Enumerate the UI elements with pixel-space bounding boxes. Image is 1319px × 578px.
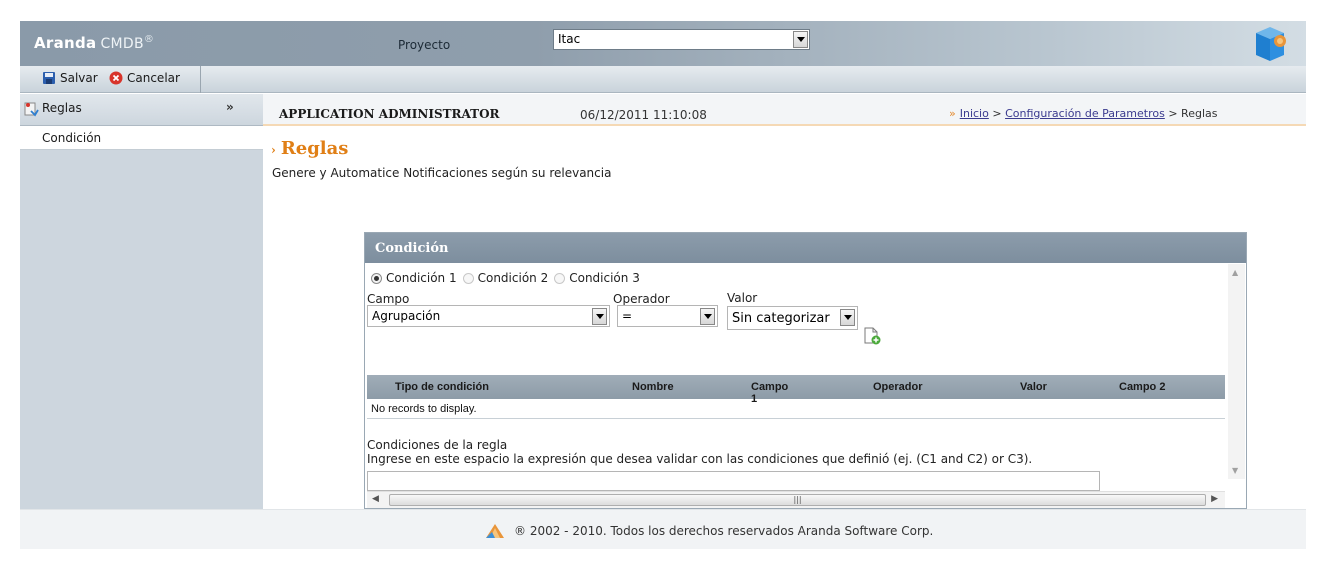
panel-title: Condición <box>365 233 1246 263</box>
breadcrumb-parent-link[interactable]: Configuración de Parametros <box>1005 107 1165 120</box>
operador-select[interactable]: = <box>617 305 718 327</box>
radio-condicion-2[interactable]: Condición 2 <box>462 271 549 285</box>
add-condition-icon[interactable] <box>863 327 881 345</box>
cube-icon <box>1256 27 1286 61</box>
registered-mark: ® <box>143 34 155 45</box>
sidebar-item-condicion[interactable]: Condición <box>20 126 263 150</box>
operador-label: Operador <box>613 292 670 306</box>
project-select[interactable]: Itac <box>553 29 810 50</box>
breadcrumb: » Inicio > Configuración de Parametros > … <box>949 107 1217 120</box>
cancel-label: Cancelar <box>127 71 180 85</box>
project-select-value: Itac <box>558 32 581 46</box>
condition-panel: Condición Condición 1 Condición 2 Condic… <box>364 232 1247 509</box>
radio-condicion-1[interactable]: Condición 1 <box>371 271 457 285</box>
footer-text: ® 2002 - 2010. Todos los derechos reserv… <box>514 524 934 538</box>
breadcrumb-sep: > <box>1168 107 1178 120</box>
col-tipo-condicion[interactable]: Tipo de condición <box>367 375 560 399</box>
col-campo-2[interactable]: Campo 2 <box>1037 375 1187 399</box>
title-arrow-icon: › <box>271 143 276 157</box>
sidebar-item-label: Condición <box>42 131 102 145</box>
footer: ® 2002 - 2010. Todos los derechos reserv… <box>20 509 1306 549</box>
radio-dot[interactable] <box>554 272 566 284</box>
scroll-up-icon[interactable]: ▲ <box>1232 268 1238 277</box>
brand-name: Aranda <box>34 34 97 52</box>
save-label: Salvar <box>60 71 98 85</box>
scroll-right-icon[interactable]: ▶ <box>1211 494 1218 504</box>
breadcrumb-arrow-icon: » <box>949 107 956 120</box>
main-content: APPLICATION ADMINISTRATOR 06/12/2011 11:… <box>263 94 1306 509</box>
radio-label: Condición 2 <box>477 271 549 285</box>
save-icon <box>43 72 55 84</box>
col-campo-1[interactable]: Campo 1 <box>680 375 795 405</box>
scroll-thumb[interactable]: ||| <box>389 494 1206 506</box>
collapse-icon[interactable]: » <box>226 100 234 114</box>
table-header: Tipo de condición Nombre Campo 1 Operado… <box>367 375 1225 405</box>
product-name: CMDB <box>100 36 144 52</box>
scroll-left-icon[interactable]: ◀ <box>372 494 379 504</box>
app-header: Aranda CMDB® Proyecto Itac <box>20 21 1306 66</box>
info-bar: APPLICATION ADMINISTRATOR 06/12/2011 11:… <box>263 94 1306 126</box>
datetime: 06/12/2011 11:10:08 <box>580 108 707 122</box>
save-button[interactable]: Salvar <box>42 71 98 85</box>
user-name: APPLICATION ADMINISTRATOR <box>279 107 500 121</box>
rule-expression-input[interactable] <box>367 471 1100 491</box>
chevron-down-icon[interactable] <box>700 308 715 325</box>
campo-label: Campo <box>367 292 410 306</box>
col-nombre[interactable]: Nombre <box>560 375 680 399</box>
valor-label: Valor <box>727 291 758 305</box>
page-title: › Reglas <box>271 138 348 159</box>
cancel-icon <box>109 71 123 85</box>
page-title-text: Reglas <box>280 138 349 159</box>
aranda-logo-icon <box>486 524 504 538</box>
chevron-down-icon[interactable] <box>793 31 808 48</box>
conditions-table: Tipo de condición Nombre Campo 1 Operado… <box>367 375 1225 419</box>
sidebar-section-label: Reglas <box>42 101 82 115</box>
project-label: Proyecto <box>398 38 451 52</box>
col-operador[interactable]: Operador <box>795 375 938 399</box>
valor-select-value: Sin categorizar <box>732 311 830 326</box>
breadcrumb-sep: > <box>992 107 1002 120</box>
radio-dot[interactable] <box>462 272 474 284</box>
table-empty-row: No records to display. <box>367 399 1225 419</box>
toolbar-divider <box>200 66 201 93</box>
toolbar: Salvar Cancelar <box>20 66 1306 93</box>
sidebar: Reglas » Condición <box>20 94 263 509</box>
rules-icon <box>24 102 39 117</box>
vertical-scrollbar[interactable]: ▲ ▼ <box>1228 264 1245 479</box>
app-window: Aranda CMDB® Proyecto Itac Salvar Cancel… <box>20 21 1306 578</box>
rule-section-title: Condiciones de la regla <box>367 438 508 452</box>
chevron-down-icon[interactable] <box>592 308 607 325</box>
breadcrumb-home-link[interactable]: Inicio <box>960 107 989 120</box>
breadcrumb-current: Reglas <box>1181 107 1218 120</box>
app-logo: Aranda CMDB® <box>34 34 154 52</box>
page-description: Genere y Automatice Notificaciones según… <box>272 166 612 180</box>
operador-select-value: = <box>622 309 633 323</box>
rule-help-text: Ingrese en este espacio la expresión que… <box>367 452 1033 466</box>
footer-content: ® 2002 - 2010. Todos los derechos reserv… <box>484 523 933 539</box>
radio-condicion-3[interactable]: Condición 3 <box>554 271 640 285</box>
sidebar-section-reglas[interactable]: Reglas » <box>20 94 263 126</box>
valor-select[interactable]: Sin categorizar <box>727 306 858 330</box>
chevron-down-icon[interactable] <box>840 309 855 326</box>
condition-radio-group: Condición 1 Condición 2 Condición 3 <box>371 271 640 285</box>
horizontal-scrollbar[interactable]: ◀ ||| ▶ <box>367 491 1225 508</box>
scroll-down-icon[interactable]: ▼ <box>1232 466 1238 475</box>
radio-dot[interactable] <box>371 272 382 284</box>
campo-select[interactable]: Agrupación <box>367 305 610 327</box>
cancel-button[interactable]: Cancelar <box>109 71 180 85</box>
col-valor[interactable]: Valor <box>938 375 1047 399</box>
radio-label: Condición 1 <box>386 271 457 285</box>
radio-label: Condición 3 <box>569 271 640 285</box>
campo-select-value: Agrupación <box>372 309 441 323</box>
